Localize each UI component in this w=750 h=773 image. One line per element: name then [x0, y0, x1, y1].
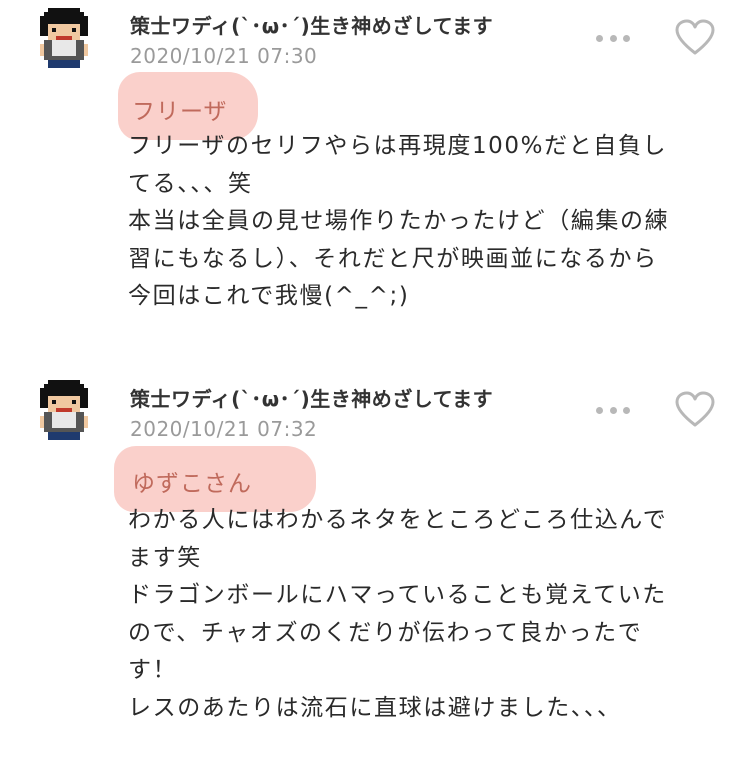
comment-line: ドラゴンボールにハマっていることも覚えていた — [128, 582, 667, 608]
comment-body: わかる人にはわかるネタをところどころ仕込んで ます笑 ドラゴンボールにハマってい… — [128, 502, 728, 727]
comment-line: ます笑 — [128, 544, 202, 571]
mention-text[interactable]: ゆずこさん — [132, 464, 252, 498]
more-dots-icon — [596, 406, 603, 414]
comment-line: ので、チャオズのくだりが伝わって良かったで — [128, 619, 643, 646]
more-options-button[interactable] — [596, 400, 630, 420]
comment-item: 策士ワディ(`･ω･´)生き神めざしてます 2020/10/21 07:32 ゆ… — [0, 0, 750, 773]
username[interactable]: 策士ワディ(`･ω･´)生き神めざしてます — [130, 383, 493, 412]
comment-line: レスのあたりは流石に直球は避けました、、、 — [128, 694, 622, 721]
avatar[interactable] — [36, 380, 92, 440]
comment-line: わかる人にはわかるネタをところどころ仕込んで — [128, 507, 668, 533]
comment-line: す！ — [128, 657, 178, 683]
heart-icon[interactable] — [674, 390, 716, 430]
timestamp: 2020/10/21 07:32 — [130, 417, 318, 441]
